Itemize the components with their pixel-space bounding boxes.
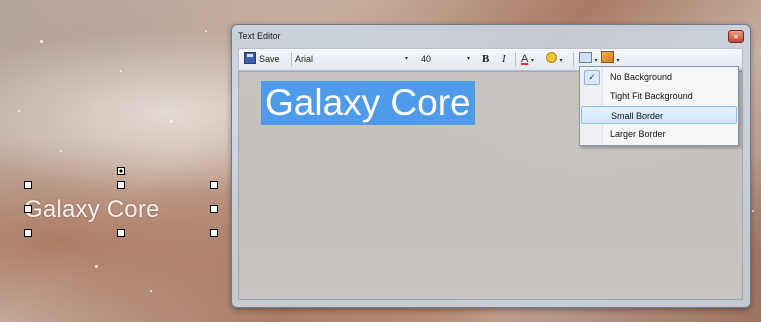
- chevron-down-icon: ▾: [559, 58, 563, 64]
- resize-handle-bottom-right[interactable]: [210, 229, 218, 237]
- toolbar-separator: [573, 52, 574, 67]
- font-family-value: Arial: [295, 54, 314, 64]
- menu-item-label: Larger Border: [610, 129, 666, 139]
- resize-handle-top-right[interactable]: [210, 181, 218, 189]
- chevron-down-icon: ▾: [467, 56, 471, 62]
- resize-handle-left[interactable]: [24, 205, 32, 213]
- star-speck: [752, 210, 754, 212]
- chevron-down-icon: ▾: [405, 56, 409, 62]
- italic-button[interactable]: I: [502, 49, 506, 70]
- star-speck: [95, 265, 98, 268]
- star-speck: [205, 30, 207, 32]
- star-speck: [120, 70, 122, 72]
- background-style-icon: [579, 52, 592, 63]
- resize-handle-bottom-left[interactable]: [24, 229, 32, 237]
- menu-item-small-border[interactable]: Small Border: [581, 106, 737, 124]
- star-speck: [60, 150, 62, 152]
- menu-item-larger-border[interactable]: Larger Border: [580, 125, 738, 143]
- rotate-handle[interactable]: [117, 167, 125, 175]
- resize-handle-top-left[interactable]: [24, 181, 32, 189]
- canvas-text[interactable]: Galaxy Core: [24, 196, 160, 224]
- star-speck: [170, 120, 173, 123]
- resize-handle-right[interactable]: [210, 205, 218, 213]
- highlight-icon: [546, 52, 557, 63]
- font-color-button[interactable]: A ▾: [521, 49, 534, 70]
- star-speck: [40, 40, 43, 43]
- background-style-menu: ✓ No Background Tight Fit Background Sma…: [579, 66, 739, 146]
- chevron-down-icon: ▾: [594, 58, 598, 64]
- chevron-down-icon: ▾: [530, 58, 534, 64]
- resize-handle-bottom[interactable]: [117, 229, 125, 237]
- close-button[interactable]: ×: [728, 30, 744, 43]
- star-speck: [150, 290, 152, 292]
- menu-item-label: Tight Fit Background: [610, 91, 693, 101]
- selected-text[interactable]: Galaxy Core: [261, 81, 475, 125]
- save-label: Save: [259, 54, 280, 64]
- highlight-button[interactable]: ▾: [546, 49, 563, 70]
- font-color-icon: A: [521, 53, 529, 65]
- menu-item-label: Small Border: [611, 111, 664, 121]
- window-title: Text Editor: [238, 31, 281, 41]
- toolbar-separator: [515, 52, 516, 67]
- chevron-down-icon: ▾: [616, 58, 620, 64]
- menu-item-label: No Background: [610, 72, 673, 82]
- check-icon: ✓: [584, 70, 600, 85]
- menu-item-no-background[interactable]: ✓ No Background: [580, 68, 738, 86]
- save-icon: [244, 52, 256, 64]
- font-family-select[interactable]: Arial ▾: [295, 49, 415, 70]
- resize-handle-top[interactable]: [117, 181, 125, 189]
- star-speck: [18, 110, 20, 112]
- font-size-select[interactable]: 40 ▾: [421, 49, 477, 70]
- toolbar-separator: [291, 52, 292, 67]
- menu-item-tight-fit-background[interactable]: Tight Fit Background: [580, 87, 738, 105]
- bold-button[interactable]: B: [482, 49, 489, 70]
- fill-color-icon: [601, 51, 614, 63]
- save-button[interactable]: Save: [244, 49, 280, 70]
- font-size-value: 40: [421, 54, 432, 64]
